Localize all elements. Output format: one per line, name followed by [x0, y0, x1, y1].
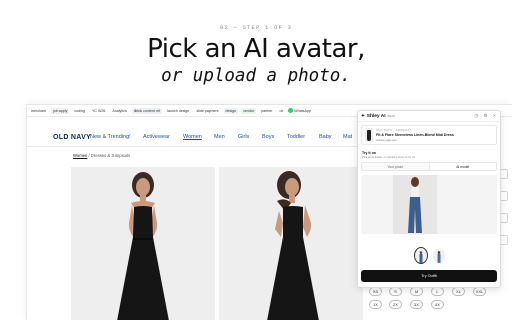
extension-panel: ✦ Shley AI BETA ◷ ⚙ × OLD NAVY · PRODUCT… — [357, 110, 501, 288]
mode-your-photo[interactable]: Your photo — [362, 163, 429, 170]
size-xl[interactable]: XL — [452, 287, 465, 296]
avatar-options — [358, 247, 500, 264]
nav-baby[interactable]: Baby — [319, 134, 332, 140]
avatar-preview-image — [393, 175, 437, 234]
size-s[interactable]: S — [389, 287, 402, 296]
nav-maternity[interactable]: Mat — [343, 134, 352, 140]
nav-boys[interactable]: Boys — [262, 134, 274, 140]
nav-women[interactable]: Women — [183, 134, 202, 140]
product-brand: OLD NAVY · PRODUCT — [376, 128, 412, 132]
size-m[interactable]: M — [410, 287, 423, 296]
bookmark-item[interactable]: Analytics — [110, 108, 128, 114]
try-on-label: Try it on — [362, 151, 376, 155]
avatar-option[interactable] — [433, 248, 445, 263]
bookmark-item[interactable]: coding — [72, 108, 87, 114]
avatar-option[interactable] — [414, 247, 428, 264]
settings-icon[interactable]: ⚙ — [483, 113, 488, 119]
try-outfit-button[interactable]: Try Outfit — [361, 270, 497, 282]
size-3x[interactable]: 3X — [410, 300, 423, 309]
nav-toddler[interactable]: Toddler — [287, 134, 305, 140]
hero-subtitle: or upload a photo. — [161, 66, 351, 86]
panel-actions: ◷ ⚙ × — [474, 113, 497, 119]
bookmark-label: WhatsApp — [294, 108, 311, 113]
size-4x[interactable]: 4X — [431, 300, 444, 309]
bookmark-item[interactable]: partner — [259, 108, 274, 114]
mode-toggle: Your photo AI model — [361, 162, 497, 171]
bookmark-item[interactable]: vendor — [241, 107, 257, 114]
whatsapp-icon — [288, 108, 294, 113]
bookmark-item[interactable]: slide payment — [194, 108, 220, 114]
model-side-illustration — [219, 167, 363, 320]
breadcrumb-current: / Dresses & Jumpsuits — [87, 153, 131, 158]
avatar-preview — [361, 175, 497, 234]
nav-men[interactable]: Men — [214, 134, 225, 140]
size-1x[interactable]: 1X — [369, 300, 382, 309]
size-2x[interactable]: 2X — [389, 300, 402, 309]
avatar-illustration — [393, 175, 437, 234]
nav-girls[interactable]: Girls — [238, 134, 249, 140]
bookmark-item[interactable]: merchant — [29, 108, 48, 114]
try-on-hint: Pick an AI avatar, or upload a photo to … — [362, 156, 416, 159]
breadcrumb-women[interactable]: Women — [73, 153, 87, 158]
bookmark-item[interactable]: job apply — [50, 107, 70, 114]
nav-new-trending[interactable]: New & Trending! — [90, 134, 131, 140]
panel-title: Shley AI — [366, 113, 386, 119]
product-card[interactable]: OLD NAVY · PRODUCT Fit & Flare Sleeveles… — [361, 125, 497, 145]
size-l[interactable]: L — [431, 287, 444, 296]
hero-title: Pick an AI avatar, — [147, 34, 365, 64]
breadcrumb: Women / Dresses & Jumpsuits — [73, 153, 130, 158]
bookmark-item[interactable]: ux — [277, 108, 285, 114]
size-xxl[interactable]: XXL — [473, 287, 486, 296]
bookmark-item[interactable]: YC W26 — [90, 108, 107, 114]
product-title: Fit & Flare Sleeveless Linen-Blend Midi … — [376, 133, 454, 137]
close-icon[interactable]: × — [492, 113, 497, 119]
store-navbar: OLD NAVY New & Trending! Activewear Wome… — [27, 128, 357, 146]
nav-activewear[interactable]: Activewear — [143, 134, 170, 140]
brand-logo-icon: ✦ — [361, 113, 365, 118]
avatar-thumb-icon — [419, 251, 423, 263]
product-image-side[interactable] — [219, 167, 363, 320]
size-xs[interactable]: XS — [369, 287, 382, 296]
model-front-illustration — [71, 167, 215, 320]
product-source: oldnavy.gap.com — [376, 138, 397, 142]
bookmark-item[interactable]: design — [223, 107, 239, 114]
beta-badge: BETA — [387, 114, 396, 118]
bookmark-item[interactable]: tiktok content ref — [131, 107, 163, 114]
bookmark-whatsapp[interactable]: WhatsApp — [288, 108, 311, 113]
nav-divider — [27, 146, 357, 147]
avatar-thumb-icon — [437, 251, 441, 263]
mode-ai-model[interactable]: AI model — [428, 163, 496, 170]
step-indicator: 02 — STEP 1 OF 3 — [219, 24, 292, 31]
bookmark-item[interactable]: launch design — [165, 108, 191, 114]
product-image-front[interactable] — [71, 167, 215, 320]
browser-window: merchant job apply coding YC W26 Analyti… — [26, 104, 512, 320]
panel-header: ✦ Shley AI BETA ◷ ⚙ × — [358, 111, 500, 122]
store-logo[interactable]: OLD NAVY — [53, 134, 91, 141]
history-icon[interactable]: ◷ — [474, 113, 479, 119]
product-thumbnail — [365, 128, 373, 142]
